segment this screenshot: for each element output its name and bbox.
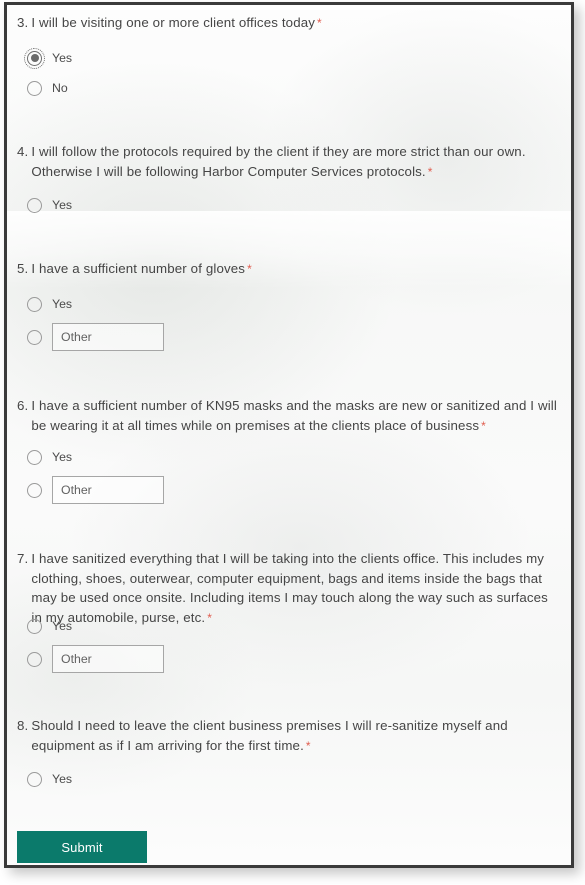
question-text-wrapper: I will follow the protocols required by … — [31, 142, 559, 182]
option-row-other[interactable] — [27, 641, 164, 677]
radio-button-icon[interactable] — [27, 296, 42, 312]
option-group: Yes — [7, 442, 164, 508]
option-group: Yes — [7, 190, 72, 220]
radio-button-icon[interactable] — [27, 449, 42, 465]
option-row-other[interactable] — [27, 319, 164, 355]
option-row[interactable]: Yes — [27, 190, 72, 220]
other-text-input[interactable] — [52, 645, 164, 673]
option-label: Yes — [52, 618, 73, 633]
question-number: 7. — [17, 551, 29, 566]
question-block: 8. Should I need to leave the client busi… — [7, 716, 571, 787]
question-text-wrapper: I have a sufficient number of KN95 masks… — [31, 396, 559, 436]
question-block: 3. I will be visiting one or more client … — [7, 13, 571, 96]
option-row[interactable]: Yes — [27, 442, 164, 472]
question-heading: 5. I have a sufficient number of gloves * — [17, 259, 559, 280]
option-group: Yes No — [7, 43, 72, 103]
option-label: No — [52, 80, 68, 95]
screenshot-root: 3. I will be visiting one or more client … — [0, 0, 585, 885]
required-asterisk: * — [427, 164, 433, 179]
question-heading: 6. I have a sufficient number of KN95 mas… — [17, 396, 559, 436]
required-asterisk: * — [247, 262, 252, 276]
option-row[interactable]: Yes — [27, 611, 164, 641]
question-number: 8. — [17, 718, 29, 733]
question-heading: 4. I will follow the protocols required b… — [17, 142, 559, 182]
radio-button-icon[interactable] — [27, 197, 42, 213]
required-asterisk: * — [305, 738, 311, 753]
option-label: Yes — [52, 50, 73, 65]
option-label: Yes — [52, 296, 73, 311]
required-asterisk: * — [481, 418, 486, 433]
radio-button-icon[interactable] — [27, 329, 42, 345]
question-text: I have a sufficient number of gloves — [31, 261, 246, 276]
question-text: I will follow the protocols required by … — [31, 144, 526, 179]
question-text: I will be visiting one or more client of… — [31, 15, 316, 30]
question-block: 4. I will follow the protocols required b… — [7, 142, 571, 213]
question-number: 4. — [17, 144, 29, 159]
submit-button[interactable]: Submit — [17, 831, 147, 863]
other-text-input[interactable] — [52, 323, 164, 351]
radio-button-icon[interactable] — [27, 771, 42, 787]
option-group: Yes — [7, 764, 72, 794]
question-block: 5. I have a sufficient number of gloves * Y… — [7, 259, 571, 351]
question-text-wrapper: I have a sufficient number of gloves * — [31, 259, 559, 280]
question-heading: 3. I will be visiting one or more client … — [17, 13, 559, 34]
radio-button-icon[interactable] — [27, 618, 42, 634]
radio-button-icon[interactable] — [27, 80, 42, 96]
question-block: 6. I have a sufficient number of KN95 mas… — [7, 396, 571, 504]
required-asterisk: * — [207, 610, 213, 625]
radio-button-icon[interactable] — [27, 651, 42, 667]
option-group: Yes — [7, 289, 164, 355]
option-row[interactable]: Yes — [24, 43, 73, 73]
form-window-frame: 3. I will be visiting one or more client … — [4, 2, 574, 868]
option-label: Yes — [52, 197, 73, 212]
required-asterisk: * — [317, 16, 322, 30]
other-text-input[interactable] — [52, 476, 164, 504]
option-row[interactable]: No — [27, 73, 72, 103]
question-number: 5. — [17, 261, 29, 276]
question-number: 6. — [17, 398, 29, 413]
option-label: Yes — [52, 449, 73, 464]
question-block: 7. I have sanitized everything that I wil… — [7, 549, 571, 673]
question-text-wrapper: Should I need to leave the client busine… — [31, 716, 559, 756]
submit-area: Submit — [7, 831, 147, 863]
question-text: Should I need to leave the client busine… — [31, 718, 508, 753]
radio-button-icon[interactable] — [27, 482, 42, 498]
question-number: 3. — [17, 15, 29, 30]
question-text-wrapper: I will be visiting one or more client of… — [31, 13, 559, 34]
question-heading: 8. Should I need to leave the client busi… — [17, 716, 559, 756]
option-row[interactable]: Yes — [27, 764, 72, 794]
radio-button-icon[interactable] — [24, 47, 45, 69]
option-label: Yes — [52, 771, 73, 786]
option-row[interactable]: Yes — [27, 289, 164, 319]
option-group: Yes — [7, 611, 164, 677]
option-row-other[interactable] — [27, 472, 164, 508]
